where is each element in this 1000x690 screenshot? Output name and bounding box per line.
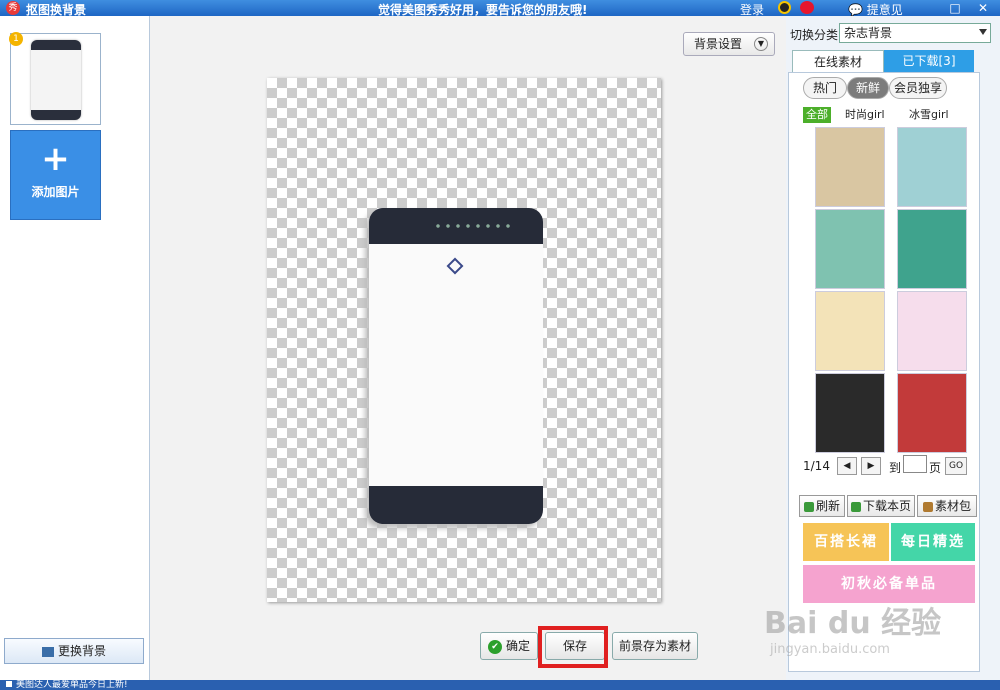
- material-pack-label: 素材包: [934, 499, 971, 513]
- dropdown-arrow-icon: [979, 29, 987, 35]
- chat-icon: 💬: [848, 3, 863, 17]
- download-icon: [850, 501, 861, 512]
- material-tile[interactable]: [897, 373, 967, 453]
- check-icon: ✔: [487, 639, 502, 654]
- change-background-button[interactable]: 更换背景: [4, 638, 144, 664]
- page-input[interactable]: [903, 455, 927, 473]
- refresh-icon: [803, 501, 814, 512]
- page-label: 页: [929, 461, 942, 475]
- thumbnail-purifier-image: [31, 40, 81, 120]
- qq-icon[interactable]: [778, 1, 791, 14]
- material-tile[interactable]: [897, 127, 967, 207]
- pack-icon: [922, 501, 933, 512]
- category-label: 切换分类: [790, 28, 839, 42]
- watermark-url: jingyan.baidu.com: [770, 642, 890, 657]
- add-image-button[interactable]: + 添加图片: [10, 130, 101, 220]
- picture-icon: [41, 646, 54, 657]
- plus-icon: +: [41, 139, 70, 179]
- background-settings-button[interactable]: 背景设置 ▼: [683, 32, 775, 56]
- weibo-icon[interactable]: [800, 1, 814, 14]
- save-foreground-button[interactable]: 前景存为素材: [612, 632, 698, 660]
- chevron-down-icon: ▼: [754, 37, 768, 51]
- tab-online-materials[interactable]: 在线素材: [792, 50, 884, 72]
- material-pack-button[interactable]: 素材包: [917, 495, 977, 517]
- add-image-label: 添加图片: [31, 185, 80, 199]
- speaker-icon: [6, 681, 12, 687]
- image-thumbnail[interactable]: 1: [9, 32, 101, 125]
- material-tile[interactable]: [815, 291, 885, 371]
- pill-vip[interactable]: 会员独享: [889, 77, 947, 99]
- status-text[interactable]: 美图达人最爱单品今日上新!: [16, 680, 128, 690]
- thumbnail-badge: 1: [9, 32, 23, 46]
- save-foreground-label: 前景存为素材: [618, 639, 691, 653]
- materials-panel: 热门 新鲜 会员独享 全部 时尚girl 冰雪girl 1/14 ◀ ▶ 到 页…: [788, 72, 980, 672]
- minimize-button[interactable]: □: [944, 0, 966, 16]
- download-page-button[interactable]: 下载本页: [847, 495, 915, 517]
- pill-new[interactable]: 新鲜: [847, 77, 889, 99]
- category-value: 杂志背景: [844, 26, 893, 40]
- category-select[interactable]: 杂志背景: [839, 23, 991, 43]
- close-button[interactable]: ✕: [972, 0, 994, 16]
- left-panel: 1 + 添加图片 更换背景: [0, 16, 150, 680]
- material-tile[interactable]: [815, 373, 885, 453]
- next-page-button[interactable]: ▶: [861, 457, 881, 475]
- status-bar: 美图达人最爱单品今日上新!: [0, 680, 1000, 690]
- confirm-label: 确定: [505, 639, 530, 653]
- refresh-button[interactable]: 刷新: [799, 495, 845, 517]
- watermark-logo: Bai du 经验: [764, 606, 942, 641]
- tab-downloaded[interactable]: 已下载[3]: [884, 50, 974, 72]
- canvas-area: 背景设置 ▼: [150, 16, 786, 680]
- air-purifier-image[interactable]: [357, 208, 545, 532]
- promo-long-skirt[interactable]: 百搭长裙: [803, 523, 889, 561]
- page-indicator: 1/14: [803, 459, 830, 473]
- background-settings-label: 背景设置: [694, 37, 743, 51]
- pill-hot[interactable]: 热门: [803, 77, 847, 99]
- title-bar: 秀 抠图换背景 觉得美图秀秀好用，要告诉您的朋友哦! 登录 💬 提意见 □ ✕: [0, 0, 1000, 17]
- go-button[interactable]: GO: [945, 457, 967, 475]
- app-logo-icon: 秀: [6, 1, 20, 15]
- material-tile[interactable]: [815, 127, 885, 207]
- material-tile[interactable]: [897, 209, 967, 289]
- download-page-label: 下载本页: [862, 499, 911, 513]
- material-tile[interactable]: [897, 291, 967, 371]
- goto-label: 到: [889, 461, 902, 475]
- right-panel: 切换分类 杂志背景 在线素材 已下载[3] 热门 新鲜 会员独享 全部 时尚gi…: [786, 16, 1000, 680]
- promo-daily-picks[interactable]: 每日精选: [891, 523, 975, 561]
- confirm-button[interactable]: ✔ 确定: [480, 632, 538, 660]
- change-background-label: 更换背景: [57, 644, 106, 658]
- material-tile[interactable]: [815, 209, 885, 289]
- filter-fashion-girl[interactable]: 时尚girl: [845, 107, 885, 123]
- prev-page-button[interactable]: ◀: [837, 457, 857, 475]
- feedback-label: 提意见: [866, 3, 903, 17]
- transparent-canvas[interactable]: [267, 78, 661, 602]
- refresh-label: 刷新: [815, 499, 840, 513]
- filter-all[interactable]: 全部: [803, 107, 831, 123]
- filter-snow-girl[interactable]: 冰雪girl: [909, 107, 949, 123]
- save-highlight-box: [538, 626, 608, 668]
